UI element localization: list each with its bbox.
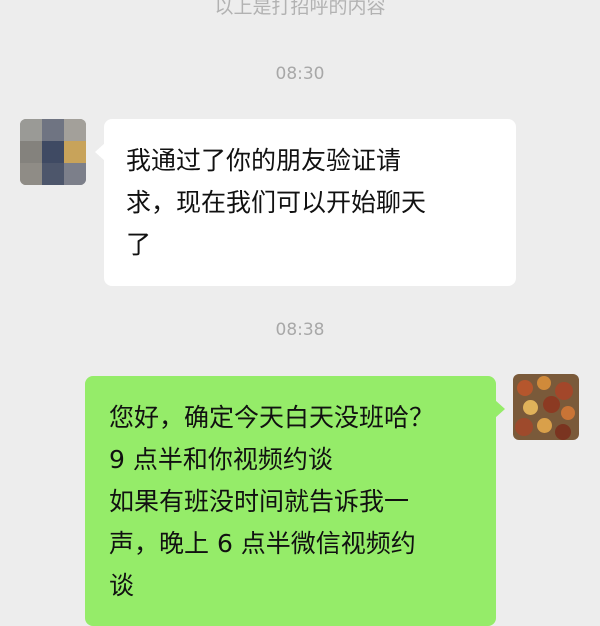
contact-avatar-icon[interactable] — [20, 119, 86, 185]
message-text-line: 如果有班没时间就告诉我一 — [109, 487, 410, 516]
message-text-line: 您好，确定今天白天没班哈？ — [109, 403, 435, 432]
message-text-line: 求，现在我们可以开始聊天 — [126, 188, 427, 217]
outgoing-message-bubble[interactable]: 您好，确定今天白天没班哈？ 9 点半和你视频约谈 如果有班没时间就告诉我一 声，… — [85, 376, 505, 626]
message-timestamp: 08:38 — [275, 320, 325, 340]
message-text-line: 9 点半和你视频约谈 — [109, 445, 333, 474]
message-text-line: 声，晚上 6 点半微信视频约 — [109, 529, 416, 558]
incoming-message-bubble[interactable]: 我通过了你的朋友验证请 求，现在我们可以开始聊天 了 — [95, 119, 516, 286]
my-avatar-icon[interactable] — [513, 374, 579, 440]
message-text-line: 我通过了你的朋友验证请 — [126, 146, 402, 175]
system-notice: 以上是打招呼的内容 — [214, 0, 386, 18]
message-timestamp: 08:30 — [275, 64, 325, 84]
message-text-line: 谈 — [109, 571, 135, 600]
message-text-line: 了 — [126, 230, 152, 259]
